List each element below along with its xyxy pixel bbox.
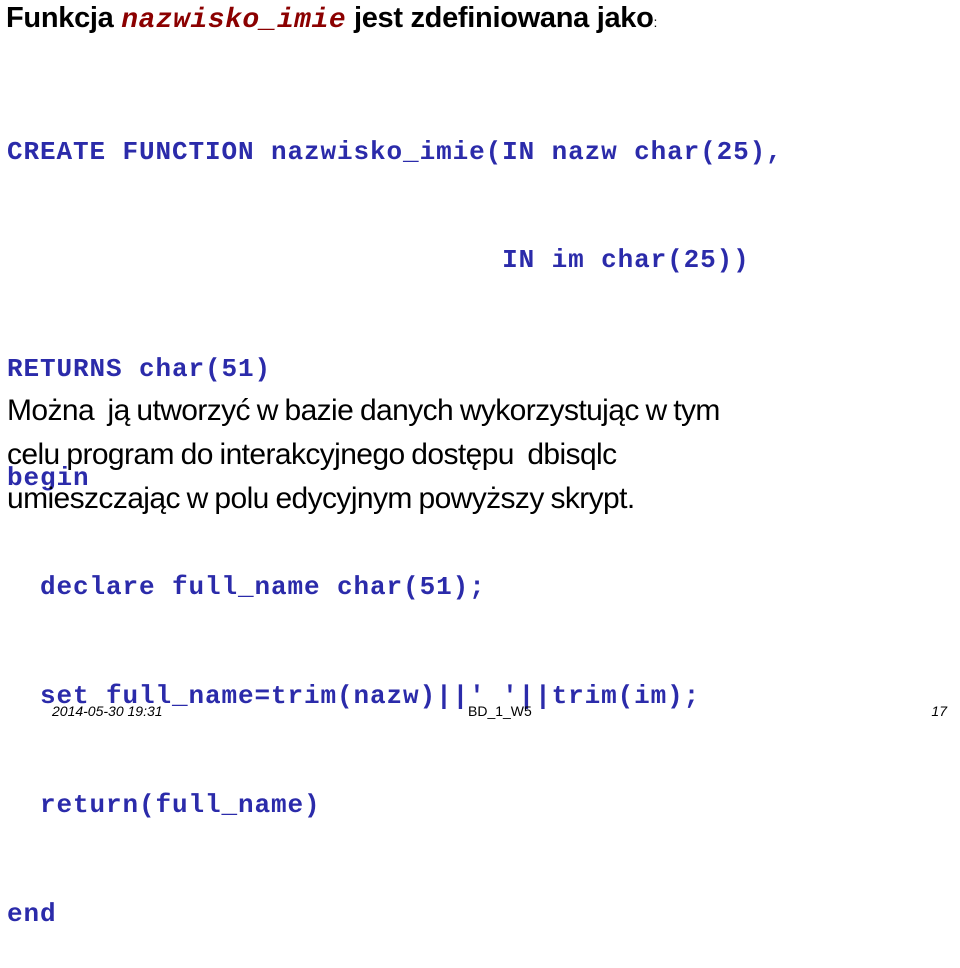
code-line: return(full_name)	[7, 789, 321, 820]
title-function-name: nazwisko_imie	[121, 5, 347, 36]
title-prefix: Funkcja	[6, 2, 122, 34]
code-line: CREATE FUNCTION nazwisko_imie(IN nazw ch…	[7, 136, 783, 167]
description-line: Można ją utworzyć w bazie danych wykorzy…	[7, 394, 720, 427]
footer-course-code: BD_1_W5	[468, 703, 532, 719]
code-line: IN im char(25))	[7, 245, 750, 276]
code-line: RETURNS char(51)	[7, 354, 272, 385]
description-line: umieszczając w polu edycyjnym powyższy s…	[7, 482, 635, 515]
code-line: end	[7, 898, 57, 929]
slide-title: Funkcja nazwisko_imie jest zdefiniowana …	[6, 0, 657, 40]
footer-page-number: 17	[931, 703, 947, 719]
code-line: declare full_name char(51);	[7, 572, 486, 603]
footer-date: 2014-05-30 19:31	[52, 703, 163, 719]
title-colon: :	[653, 14, 658, 30]
title-suffix: jest zdefiniowana jako	[346, 2, 654, 34]
description-paragraph: Można ją utworzyć w bazie danych wykorzy…	[7, 389, 957, 521]
description-line: celu program do interakcyjnego dostępu d…	[7, 438, 617, 471]
